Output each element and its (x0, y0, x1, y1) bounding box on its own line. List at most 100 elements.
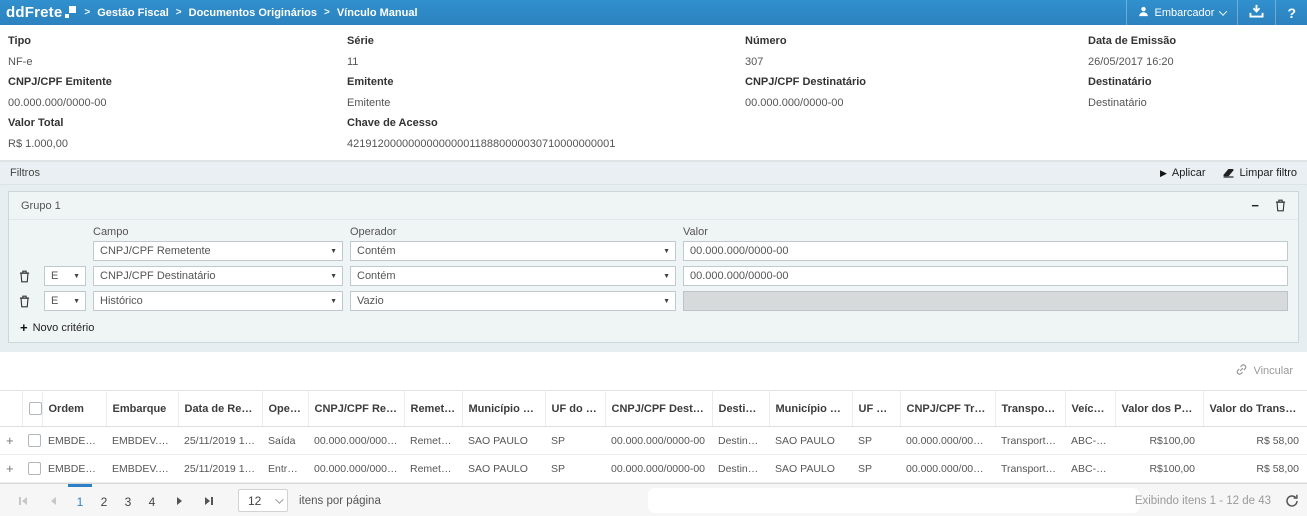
clear-filter-button[interactable]: Limpar filtro (1222, 166, 1297, 181)
cell-transportador: Transportador (995, 427, 1065, 455)
breadcrumb-documentos-originarios[interactable]: Documentos Originários (189, 7, 317, 19)
column-header-municipio-rem[interactable]: Município do Re... (462, 391, 545, 427)
pager-status: Exibindo itens 1 - 12 de 43 (1135, 495, 1271, 507)
chevron-down-icon (275, 495, 283, 503)
refresh-button[interactable] (1285, 494, 1299, 508)
column-header-remetente[interactable]: Remetente (404, 391, 462, 427)
connector-select[interactable]: E ▼ (44, 266, 86, 286)
operador-select[interactable]: Contém ▼ (350, 266, 676, 286)
page-size-select[interactable]: 12 (238, 489, 288, 512)
cell-cnpj-destinatario: 00.000.000/0000-00 (605, 427, 712, 455)
info-numero: Número 307 (745, 27, 1088, 68)
filter-criterion-row: CNPJ/CPF Remetente ▼ Contém ▼ (19, 241, 1288, 261)
cell-remetente: Remetente (404, 455, 462, 483)
field-value: 4219120000000000000011888000003071000000… (347, 138, 1299, 150)
column-header-uf-dest[interactable]: UF do De... (852, 391, 900, 427)
delete-criterion-button[interactable] (19, 270, 37, 283)
cell-veiculo: ABC-1234 (1065, 427, 1115, 455)
caret-down-icon: ▼ (330, 248, 337, 255)
column-header-valor-produtos[interactable]: Valor dos Produtos (1115, 391, 1203, 427)
column-header-transportador[interactable]: Transportador (995, 391, 1065, 427)
column-header-data-recepcao[interactable]: Data de Recepção (178, 391, 262, 427)
horizontal-scrollbar-thumb[interactable] (648, 488, 1140, 513)
last-page-button[interactable] (194, 484, 224, 516)
cell-uf-rem: SP (545, 455, 605, 483)
valor-input[interactable] (683, 266, 1288, 286)
row-checkbox[interactable] (28, 434, 41, 447)
column-header-municipio-dest[interactable]: Município do De... (769, 391, 852, 427)
field-label: Valor Total (8, 117, 347, 129)
column-header-veiculo[interactable]: Veículo (1065, 391, 1115, 427)
filter-criterion-row: E ▼ Histórico ▼ Vazio ▼ (19, 291, 1288, 311)
help-button[interactable]: ? (1275, 0, 1307, 25)
campo-select[interactable]: CNPJ/CPF Destinatário ▼ (93, 266, 343, 286)
page-button-1[interactable]: 1 (68, 484, 92, 516)
page-button-3[interactable]: 3 (116, 484, 140, 516)
column-header-cnpj-remetente[interactable]: CNPJ/CPF Remetente (308, 391, 404, 427)
caret-down-icon: ▼ (330, 298, 337, 305)
filters-header-bar: Filtros ▶ Aplicar Limpar filtro (0, 161, 1307, 185)
column-header-cnpj-transportador[interactable]: CNPJ/CPF Transpor... (900, 391, 995, 427)
campo-column-label: Campo (93, 226, 343, 238)
operador-select[interactable]: Contém ▼ (350, 241, 676, 261)
column-header-operacao[interactable]: Operação (262, 391, 308, 427)
cell-cnpj-remetente: 00.000.000/0000-00 (308, 427, 404, 455)
column-header-uf-rem[interactable]: UF do Rem... (545, 391, 605, 427)
breadcrumb-gestao-fiscal[interactable]: Gestão Fiscal (97, 7, 169, 19)
cell-valor-produtos: R$100,00 (1115, 427, 1203, 455)
caret-down-icon: ▼ (73, 298, 80, 305)
column-header-destinatario[interactable]: Destinatário (712, 391, 769, 427)
cell-embarque: EMBDEV.94877 (106, 427, 178, 455)
page-button-4[interactable]: 4 (140, 484, 164, 516)
new-criteria-button[interactable]: + Novo critério (20, 320, 1288, 335)
campo-select[interactable]: Histórico ▼ (93, 291, 343, 311)
expand-row-button[interactable]: + (6, 433, 14, 448)
delete-group-button[interactable] (1275, 199, 1286, 212)
breadcrumb: > Gestão Fiscal > Documentos Originários… (84, 7, 417, 19)
grid-toolbar: Vincular (0, 352, 1307, 390)
column-header-embarque[interactable]: Embarque (106, 391, 178, 427)
breadcrumb-separator-icon: > (176, 7, 182, 18)
filter-group-title: Grupo 1 (21, 200, 61, 212)
page-button-2[interactable]: 2 (92, 484, 116, 516)
column-header-cnpj-destinatario[interactable]: CNPJ/CPF Destinatário (605, 391, 712, 427)
info-emitente: Emitente Emitente (347, 68, 745, 109)
column-header-ordem[interactable]: Ordem (42, 391, 106, 427)
row-checkbox[interactable] (28, 462, 41, 475)
clear-filter-label: Limpar filtro (1240, 167, 1297, 179)
field-value: Destinatário (1088, 97, 1299, 109)
info-data-emissao: Data de Emissão 26/05/2017 16:20 (1088, 27, 1299, 68)
download-button[interactable] (1237, 0, 1275, 25)
vincular-button[interactable]: Vincular (1235, 363, 1293, 379)
operador-column-label: Operador (350, 226, 676, 238)
operador-select-value: Contém (357, 270, 396, 282)
cell-municipio-dest: SAO PAULO (769, 455, 852, 483)
user-menu-label: Embarcador (1155, 7, 1215, 19)
field-value: 00.000.000/0000-00 (745, 97, 1088, 109)
delete-criterion-button[interactable] (19, 295, 37, 308)
info-tipo: Tipo NF-e (8, 27, 347, 68)
operador-select[interactable]: Vazio ▼ (350, 291, 676, 311)
column-header-valor-transporte[interactable]: Valor do Transporte (1203, 391, 1307, 427)
apply-filter-button[interactable]: ▶ Aplicar (1160, 167, 1206, 179)
campo-select[interactable]: CNPJ/CPF Remetente ▼ (93, 241, 343, 261)
filter-group-header: Grupo 1 − (9, 192, 1298, 220)
chevron-down-icon (1219, 7, 1227, 15)
field-value: NF-e (8, 56, 347, 68)
cell-destinatario: Destinatário (712, 427, 769, 455)
top-header: ddFrete > Gestão Fiscal > Documentos Ori… (0, 0, 1307, 25)
field-label: Data de Emissão (1088, 35, 1299, 47)
collapse-group-button[interactable]: − (1251, 198, 1259, 213)
select-all-checkbox[interactable] (29, 402, 42, 415)
connector-select[interactable]: E ▼ (44, 291, 86, 311)
pager-bar: 1 2 3 4 12 itens por página Exibindo ite… (0, 483, 1307, 516)
breadcrumb-vinculo-manual[interactable]: Vínculo Manual (337, 7, 418, 19)
field-value: 307 (745, 56, 1088, 68)
cell-municipio-rem: SAO PAULO (462, 427, 545, 455)
valor-input[interactable] (683, 241, 1288, 261)
expand-row-button[interactable]: + (6, 461, 14, 476)
table-header-row: Ordem Embarque Data de Recepção Operação… (0, 391, 1307, 427)
next-page-button[interactable] (164, 484, 194, 516)
user-menu[interactable]: Embarcador (1126, 0, 1238, 25)
new-criteria-label: Novo critério (33, 322, 95, 334)
